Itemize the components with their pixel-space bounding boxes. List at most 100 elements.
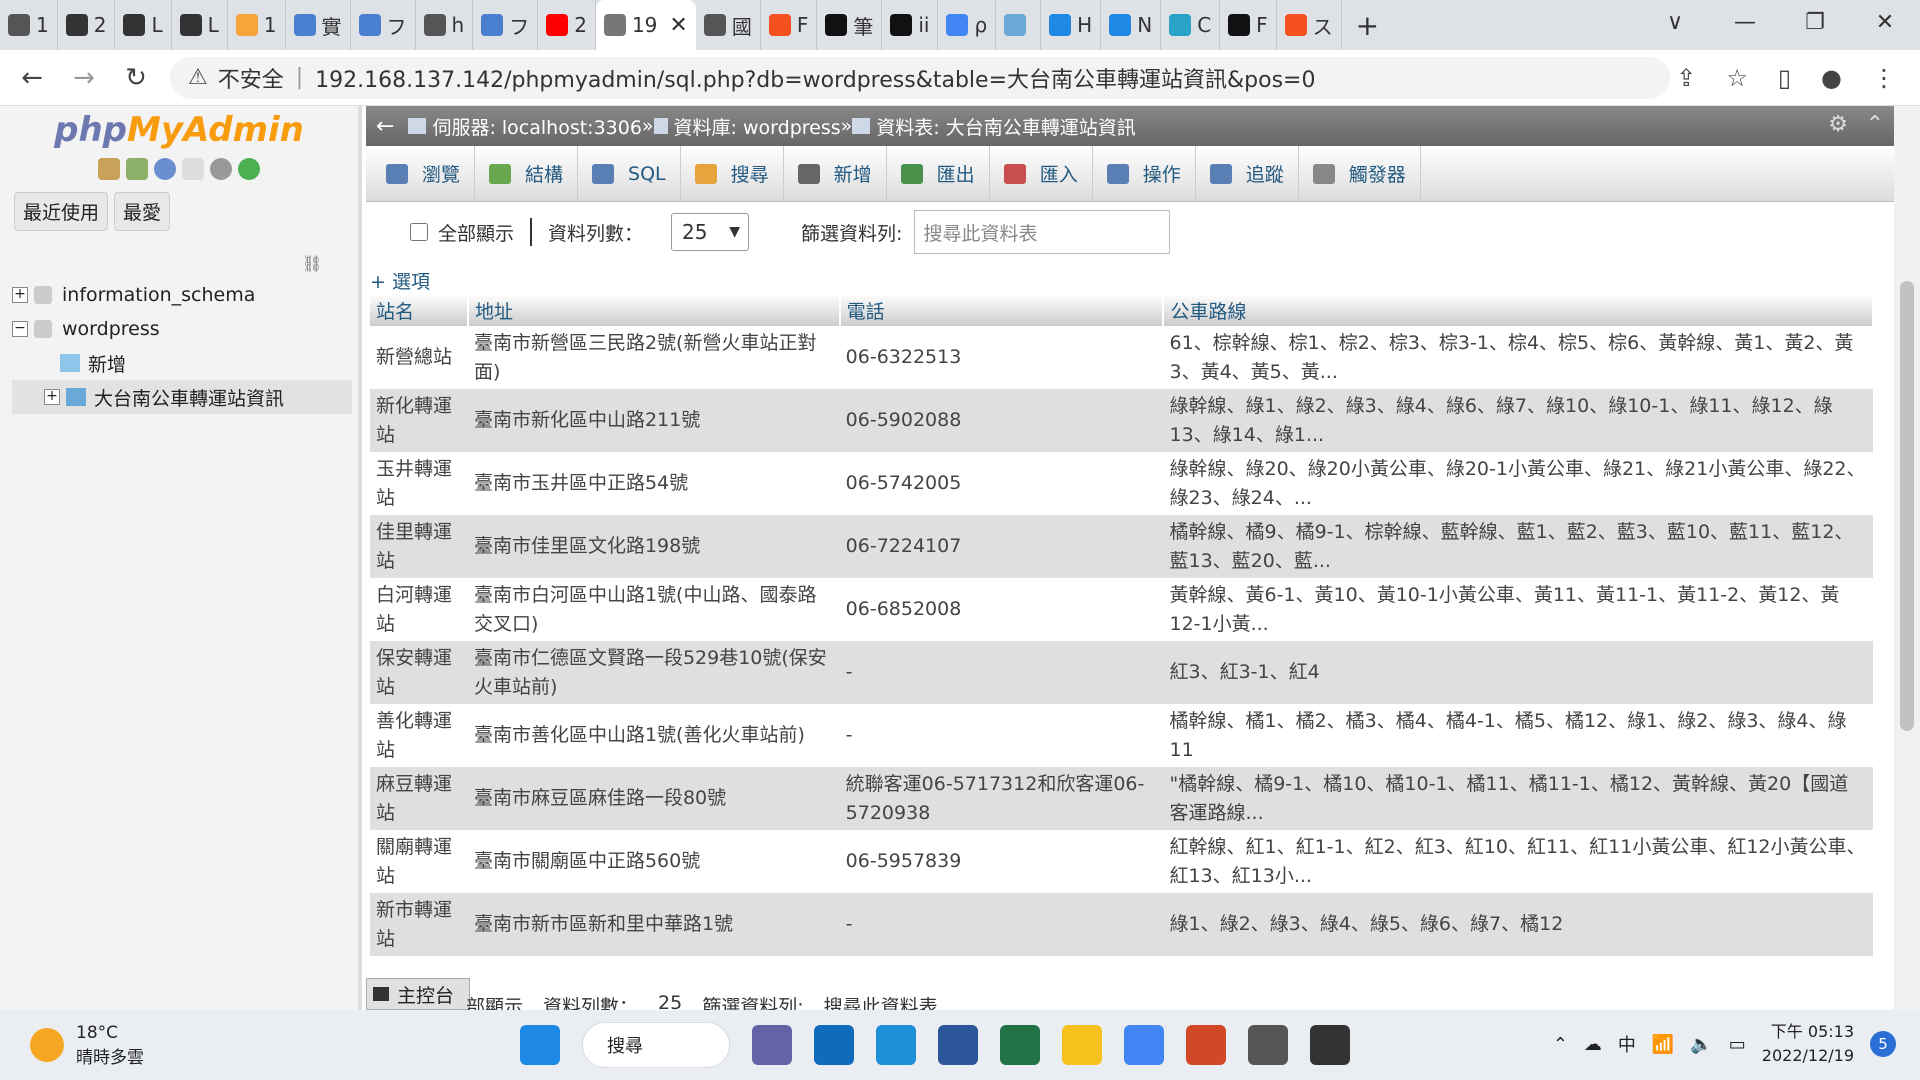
close-window-icon[interactable]: ✕ bbox=[1850, 10, 1920, 35]
tree-item-information-schema[interactable]: + information_schema bbox=[12, 278, 352, 312]
tree-item-wordpress[interactable]: − wordpress bbox=[12, 312, 352, 346]
taskbar-app-icon[interactable] bbox=[1248, 1025, 1288, 1065]
taskbar-search[interactable]: 搜尋 bbox=[582, 1022, 730, 1068]
taskbar-app-icon[interactable] bbox=[938, 1025, 978, 1065]
side-panel-icon[interactable]: ▯ bbox=[1778, 64, 1791, 92]
url-input[interactable]: ⚠ 不安全 | 192.168.137.142/phpmyadmin/sql.p… bbox=[170, 56, 1670, 99]
table-cell[interactable]: 新營總站 bbox=[370, 326, 468, 389]
table-cell[interactable]: 紅3、紅3-1、紅4 bbox=[1163, 641, 1873, 704]
phpmyadmin-logo[interactable]: phpMyAdmin bbox=[0, 110, 358, 150]
table-cell[interactable]: 善化轉運站 bbox=[370, 704, 468, 767]
help-icon[interactable] bbox=[154, 158, 176, 180]
taskbar-app-icon[interactable] bbox=[1310, 1025, 1350, 1065]
table-cell[interactable]: 白河轉運站 bbox=[370, 578, 468, 641]
table-cell[interactable]: 06-5957839 bbox=[839, 830, 1164, 893]
browser-tab[interactable]: C bbox=[1161, 0, 1221, 50]
table-cell[interactable]: 統聯客運06-5717312和欣客運06-5720938 bbox=[839, 767, 1164, 830]
table-row[interactable]: 玉井轉運站 臺南市玉井區中正路54號 06-5742005 綠幹線、綠20、綠20小黃… bbox=[370, 452, 1873, 515]
table-cell[interactable]: - bbox=[839, 641, 1164, 704]
table-cell[interactable]: 06-7224107 bbox=[839, 515, 1164, 578]
browser-tab[interactable] bbox=[996, 0, 1042, 50]
show-all-checkbox[interactable] bbox=[410, 223, 428, 241]
scrollbar-thumb[interactable] bbox=[1900, 281, 1914, 731]
tab-menu-item[interactable]: 匯出 bbox=[887, 145, 990, 202]
collapse-nav-arrow-icon[interactable]: ← bbox=[376, 114, 394, 139]
table-cell[interactable]: 臺南市善化區中山路1號(善化火車站前) bbox=[467, 704, 840, 767]
table-cell[interactable]: 新市轉運站 bbox=[370, 893, 468, 956]
browser-tab[interactable]: フ bbox=[473, 0, 539, 50]
collapse-topbar-icon[interactable]: ⌃ bbox=[1866, 112, 1884, 137]
column-header[interactable]: 站名 bbox=[370, 294, 469, 326]
browser-tab[interactable]: F bbox=[1220, 0, 1277, 50]
browser-tab[interactable]: L bbox=[172, 0, 228, 50]
share-icon[interactable]: ⇪ bbox=[1676, 64, 1696, 92]
taskbar-app-icon[interactable] bbox=[1124, 1025, 1164, 1065]
table-cell[interactable]: 橘幹線、橘9、橘9-1、棕幹線、藍幹線、藍1、藍2、藍3、藍10、藍11、藍12… bbox=[1163, 515, 1873, 578]
table-cell[interactable]: 06-5902088 bbox=[839, 389, 1164, 452]
breadcrumb-database[interactable]: 資料庫: wordpress bbox=[674, 113, 841, 140]
favorites-button[interactable]: 最愛 bbox=[114, 192, 171, 231]
table-cell[interactable]: 綠幹線、綠20、綠20小黃公車、綠20-1小黃公車、綠21、綠21小黃公車、綠2… bbox=[1163, 452, 1873, 515]
docs-icon[interactable] bbox=[182, 158, 204, 180]
rows-per-page-select[interactable]: 25 ▼ bbox=[671, 213, 750, 251]
browser-tab[interactable]: h bbox=[416, 0, 474, 50]
column-header[interactable]: 電話 bbox=[839, 294, 1165, 326]
tab-menu-item[interactable]: 匯入 bbox=[990, 145, 1093, 202]
reload-icon[interactable]: ↻ bbox=[116, 63, 156, 93]
browser-tab[interactable]: 筆 bbox=[817, 0, 883, 50]
table-cell[interactable]: 臺南市仁德區文賢路一段529巷10號(保安火車站前) bbox=[467, 641, 840, 704]
table-cell[interactable]: - bbox=[839, 704, 1164, 767]
table-cell[interactable]: 61、棕幹線、棕1、棕2、棕3、棕3-1、棕4、棕5、棕6、黃幹線、黃1、黃2、… bbox=[1163, 326, 1873, 389]
table-cell[interactable]: 臺南市玉井區中正路54號 bbox=[467, 452, 840, 515]
table-cell[interactable]: - bbox=[839, 893, 1164, 956]
tab-menu-item[interactable]: 觸發器 bbox=[1299, 145, 1421, 202]
column-header[interactable]: 地址 bbox=[467, 294, 841, 326]
recent-button[interactable]: 最近使用 bbox=[14, 192, 109, 231]
menu-kebab-icon[interactable]: ⋮ bbox=[1872, 64, 1896, 92]
browser-tab[interactable]: 1 bbox=[0, 0, 58, 50]
clock[interactable]: 下午 05:13 2022/12/19 bbox=[1762, 1020, 1854, 1068]
taskbar-app-icon[interactable] bbox=[752, 1025, 792, 1065]
browser-tab[interactable]: 1 bbox=[228, 0, 286, 50]
tab-search-icon[interactable]: ∨ bbox=[1640, 10, 1710, 35]
table-cell[interactable]: 臺南市新化區中山路211號 bbox=[467, 389, 840, 452]
taskbar-app-icon[interactable] bbox=[814, 1025, 854, 1065]
collapse-icon[interactable]: − bbox=[12, 321, 28, 337]
onedrive-icon[interactable]: ☁ bbox=[1584, 1034, 1602, 1055]
options-link[interactable]: + 選項 bbox=[366, 262, 1894, 294]
table-cell[interactable]: 06-5742005 bbox=[839, 452, 1164, 515]
column-header[interactable]: 公車路線 bbox=[1163, 294, 1874, 326]
taskbar-app-icon[interactable] bbox=[876, 1025, 916, 1065]
browser-tab[interactable]: フ bbox=[351, 0, 416, 50]
table-cell[interactable]: 麻豆轉運站 bbox=[370, 767, 468, 830]
table-cell[interactable]: 06-6322513 bbox=[839, 326, 1164, 389]
restore-icon[interactable]: ❐ bbox=[1780, 10, 1850, 35]
browser-tab[interactable]: L bbox=[115, 0, 172, 50]
settings-gear-icon[interactable] bbox=[210, 158, 232, 180]
tree-label[interactable]: wordpress bbox=[62, 318, 160, 340]
browser-tab[interactable]: ρ bbox=[938, 0, 997, 50]
chevron-up-icon[interactable]: ⌃ bbox=[1553, 1034, 1568, 1055]
page-settings-gear-icon[interactable]: ⚙ bbox=[1828, 112, 1848, 137]
back-icon[interactable]: ← bbox=[12, 63, 52, 93]
close-tab-icon[interactable]: ✕ bbox=[669, 13, 687, 38]
table-cell[interactable]: 保安轉運站 bbox=[370, 641, 468, 704]
tab-menu-item[interactable]: 搜尋 bbox=[681, 145, 784, 202]
table-row[interactable]: 新化轉運站 臺南市新化區中山路211號 06-5902088 綠幹線、綠1、綠2、綠3… bbox=[370, 389, 1873, 452]
taskbar-app-icon[interactable] bbox=[1062, 1025, 1102, 1065]
table-cell[interactable]: 臺南市新市區新和里中華路1號 bbox=[467, 893, 840, 956]
table-cell[interactable]: 綠幹線、綠1、綠2、綠3、綠4、綠6、綠7、綠10、綠10-1、綠11、綠12、… bbox=[1163, 389, 1873, 452]
browser-tab[interactable]: N bbox=[1101, 0, 1162, 50]
table-cell[interactable]: 臺南市麻豆區麻佳路一段80號 bbox=[467, 767, 840, 830]
table-cell[interactable]: "橘幹線、橘9-1、橘10、橘10-1、橘11、橘11-1、橘12、黃幹線、黃2… bbox=[1163, 767, 1873, 830]
tree-item-new[interactable]: 新增 bbox=[12, 346, 352, 380]
table-cell[interactable]: 臺南市新營區三民路2號(新營火車站正對面) bbox=[467, 326, 840, 389]
table-cell[interactable]: 臺南市關廟區中正路560號 bbox=[467, 830, 840, 893]
tab-menu-item[interactable]: 新增 bbox=[784, 145, 887, 202]
browser-tab[interactable]: ii bbox=[882, 0, 939, 50]
expand-icon[interactable]: + bbox=[12, 287, 28, 303]
exit-icon[interactable] bbox=[126, 158, 148, 180]
table-cell[interactable]: 臺南市白河區中山路1號(中山路、國泰路交叉口) bbox=[467, 578, 840, 641]
table-row[interactable]: 關廟轉運站 臺南市關廟區中正路560號 06-5957839 紅幹線、紅1、紅1-1、… bbox=[370, 830, 1873, 893]
table-row[interactable]: 麻豆轉運站 臺南市麻豆區麻佳路一段80號 統聯客運06-5717312和欣客運06-… bbox=[370, 767, 1873, 830]
